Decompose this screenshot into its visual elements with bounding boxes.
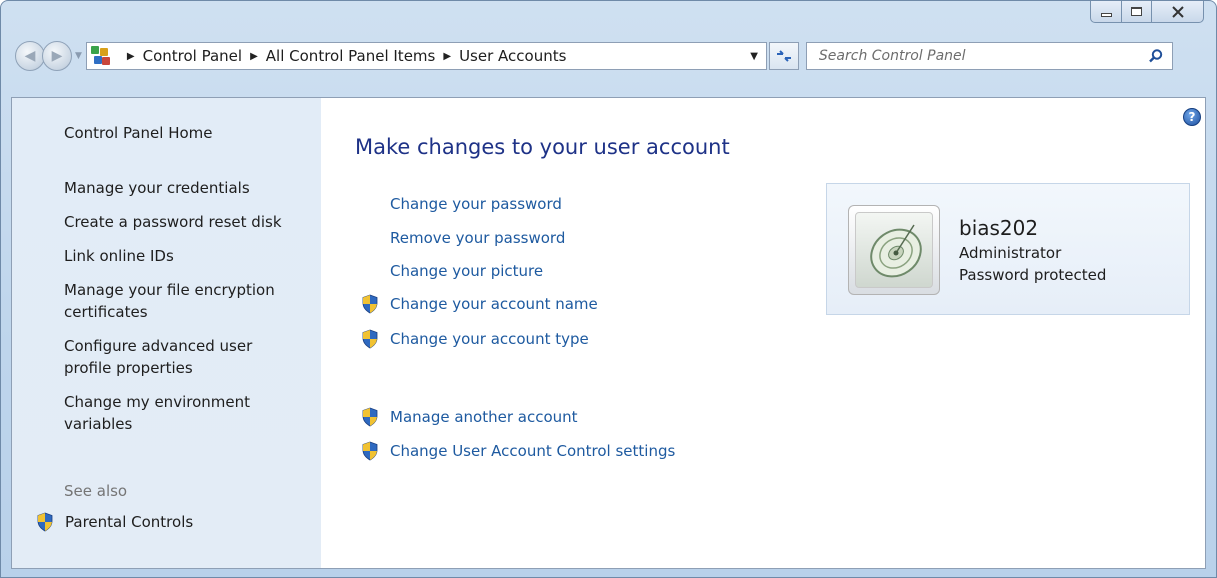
page-title: Make changes to your user account — [355, 135, 730, 159]
breadcrumb-separator-icon[interactable]: ▶ — [443, 51, 451, 62]
search-input[interactable] — [818, 48, 1139, 64]
task-label: Remove your password — [390, 229, 566, 247]
change-picture-link[interactable]: Change your picture — [390, 260, 543, 282]
breadcrumb-user-accounts[interactable]: User Accounts — [459, 47, 566, 65]
sidebar-item-file-encryption[interactable]: Manage your file encryption certificates — [64, 279, 304, 323]
user-accounts-icon — [90, 46, 111, 66]
uac-shield-icon — [37, 512, 53, 532]
task-label: Change your account type — [390, 330, 589, 348]
minimize-button[interactable] — [1090, 1, 1122, 23]
remove-password-link[interactable]: Remove your password — [390, 227, 565, 249]
search-box[interactable] — [805, 42, 1173, 70]
help-icon[interactable]: ? — [1183, 108, 1201, 126]
breadcrumb-separator-icon[interactable]: ▶ — [250, 51, 258, 62]
uac-shield-icon — [362, 294, 378, 314]
maximize-button[interactable] — [1122, 1, 1152, 23]
task-label: Change your picture — [390, 262, 544, 280]
parental-controls-label: Parental Controls — [65, 513, 194, 531]
back-arrow-icon: ◀ — [24, 48, 36, 64]
minimize-icon — [1100, 12, 1112, 17]
close-icon — [1171, 5, 1184, 18]
content-area: Control Panel Home Manage your credentia… — [11, 97, 1206, 569]
caption-buttons — [1090, 1, 1204, 29]
refresh-icon — [776, 50, 791, 62]
navigation-bar: ◀ ▶ ▼ ▶ Control Panel ▶ All Control Pane… — [15, 38, 1208, 74]
uac-settings-link[interactable]: Change User Account Control settings — [361, 440, 675, 462]
avatar[interactable] — [848, 205, 940, 295]
task-label: Change User Account Control settings — [390, 442, 676, 460]
change-account-type-link[interactable]: Change your account type — [361, 328, 589, 350]
forward-arrow-icon: ▶ — [51, 48, 63, 64]
user-password-status: Password protected — [959, 266, 1107, 284]
address-dropdown-icon[interactable]: ▼ — [750, 51, 758, 62]
uac-shield-icon — [362, 329, 378, 349]
sidebar-item-password-reset-disk[interactable]: Create a password reset disk — [64, 211, 304, 233]
uac-shield-icon — [362, 407, 378, 427]
task-label: Change your account name — [390, 295, 598, 313]
sidebar-item-parental-controls[interactable]: Parental Controls — [36, 512, 193, 532]
address-bar[interactable]: ▶ Control Panel ▶ All Control Panel Item… — [85, 42, 767, 70]
refresh-button[interactable] — [768, 42, 799, 70]
task-label: Manage another account — [390, 408, 578, 426]
user-name: bias202 — [959, 216, 1039, 240]
task-pane: Control Panel Home Manage your credentia… — [12, 98, 321, 568]
sidebar-item-link-online-ids[interactable]: Link online IDs — [64, 245, 304, 267]
forward-button[interactable]: ▶ — [42, 41, 72, 71]
breadcrumb-separator-icon: ▶ — [126, 50, 135, 62]
task-label: Change your password — [390, 195, 562, 213]
manage-another-account-link[interactable]: Manage another account — [361, 406, 578, 428]
sidebar-item-environment-variables[interactable]: Change my environment variables — [64, 391, 304, 435]
sidebar-item-advanced-profile[interactable]: Configure advanced user profile properti… — [64, 335, 304, 379]
change-password-link[interactable]: Change your password — [390, 193, 562, 215]
breadcrumb-all-items[interactable]: All Control Panel Items — [266, 47, 436, 65]
recent-pages-dropdown[interactable]: ▼ — [75, 51, 82, 61]
control-panel-window: ◀ ▶ ▼ ▶ Control Panel ▶ All Control Pane… — [0, 0, 1217, 578]
sidebar-item-control-panel-home[interactable]: Control Panel Home — [64, 122, 304, 144]
back-button[interactable]: ◀ — [15, 41, 45, 71]
satellite-dish-icon — [855, 212, 933, 288]
change-account-name-link[interactable]: Change your account name — [361, 293, 598, 315]
sidebar-item-manage-credentials[interactable]: Manage your credentials — [64, 177, 304, 199]
see-also-heading: See also — [64, 482, 128, 500]
main-pane: ? Make changes to your user account Chan… — [321, 98, 1205, 568]
maximize-icon — [1131, 7, 1142, 16]
search-icon[interactable] — [1148, 48, 1164, 64]
user-role: Administrator — [959, 244, 1062, 262]
close-button[interactable] — [1152, 1, 1204, 23]
breadcrumb-control-panel[interactable]: Control Panel — [143, 47, 242, 65]
uac-shield-icon — [362, 441, 378, 461]
user-account-card: bias202 Administrator Password protected — [826, 183, 1190, 315]
